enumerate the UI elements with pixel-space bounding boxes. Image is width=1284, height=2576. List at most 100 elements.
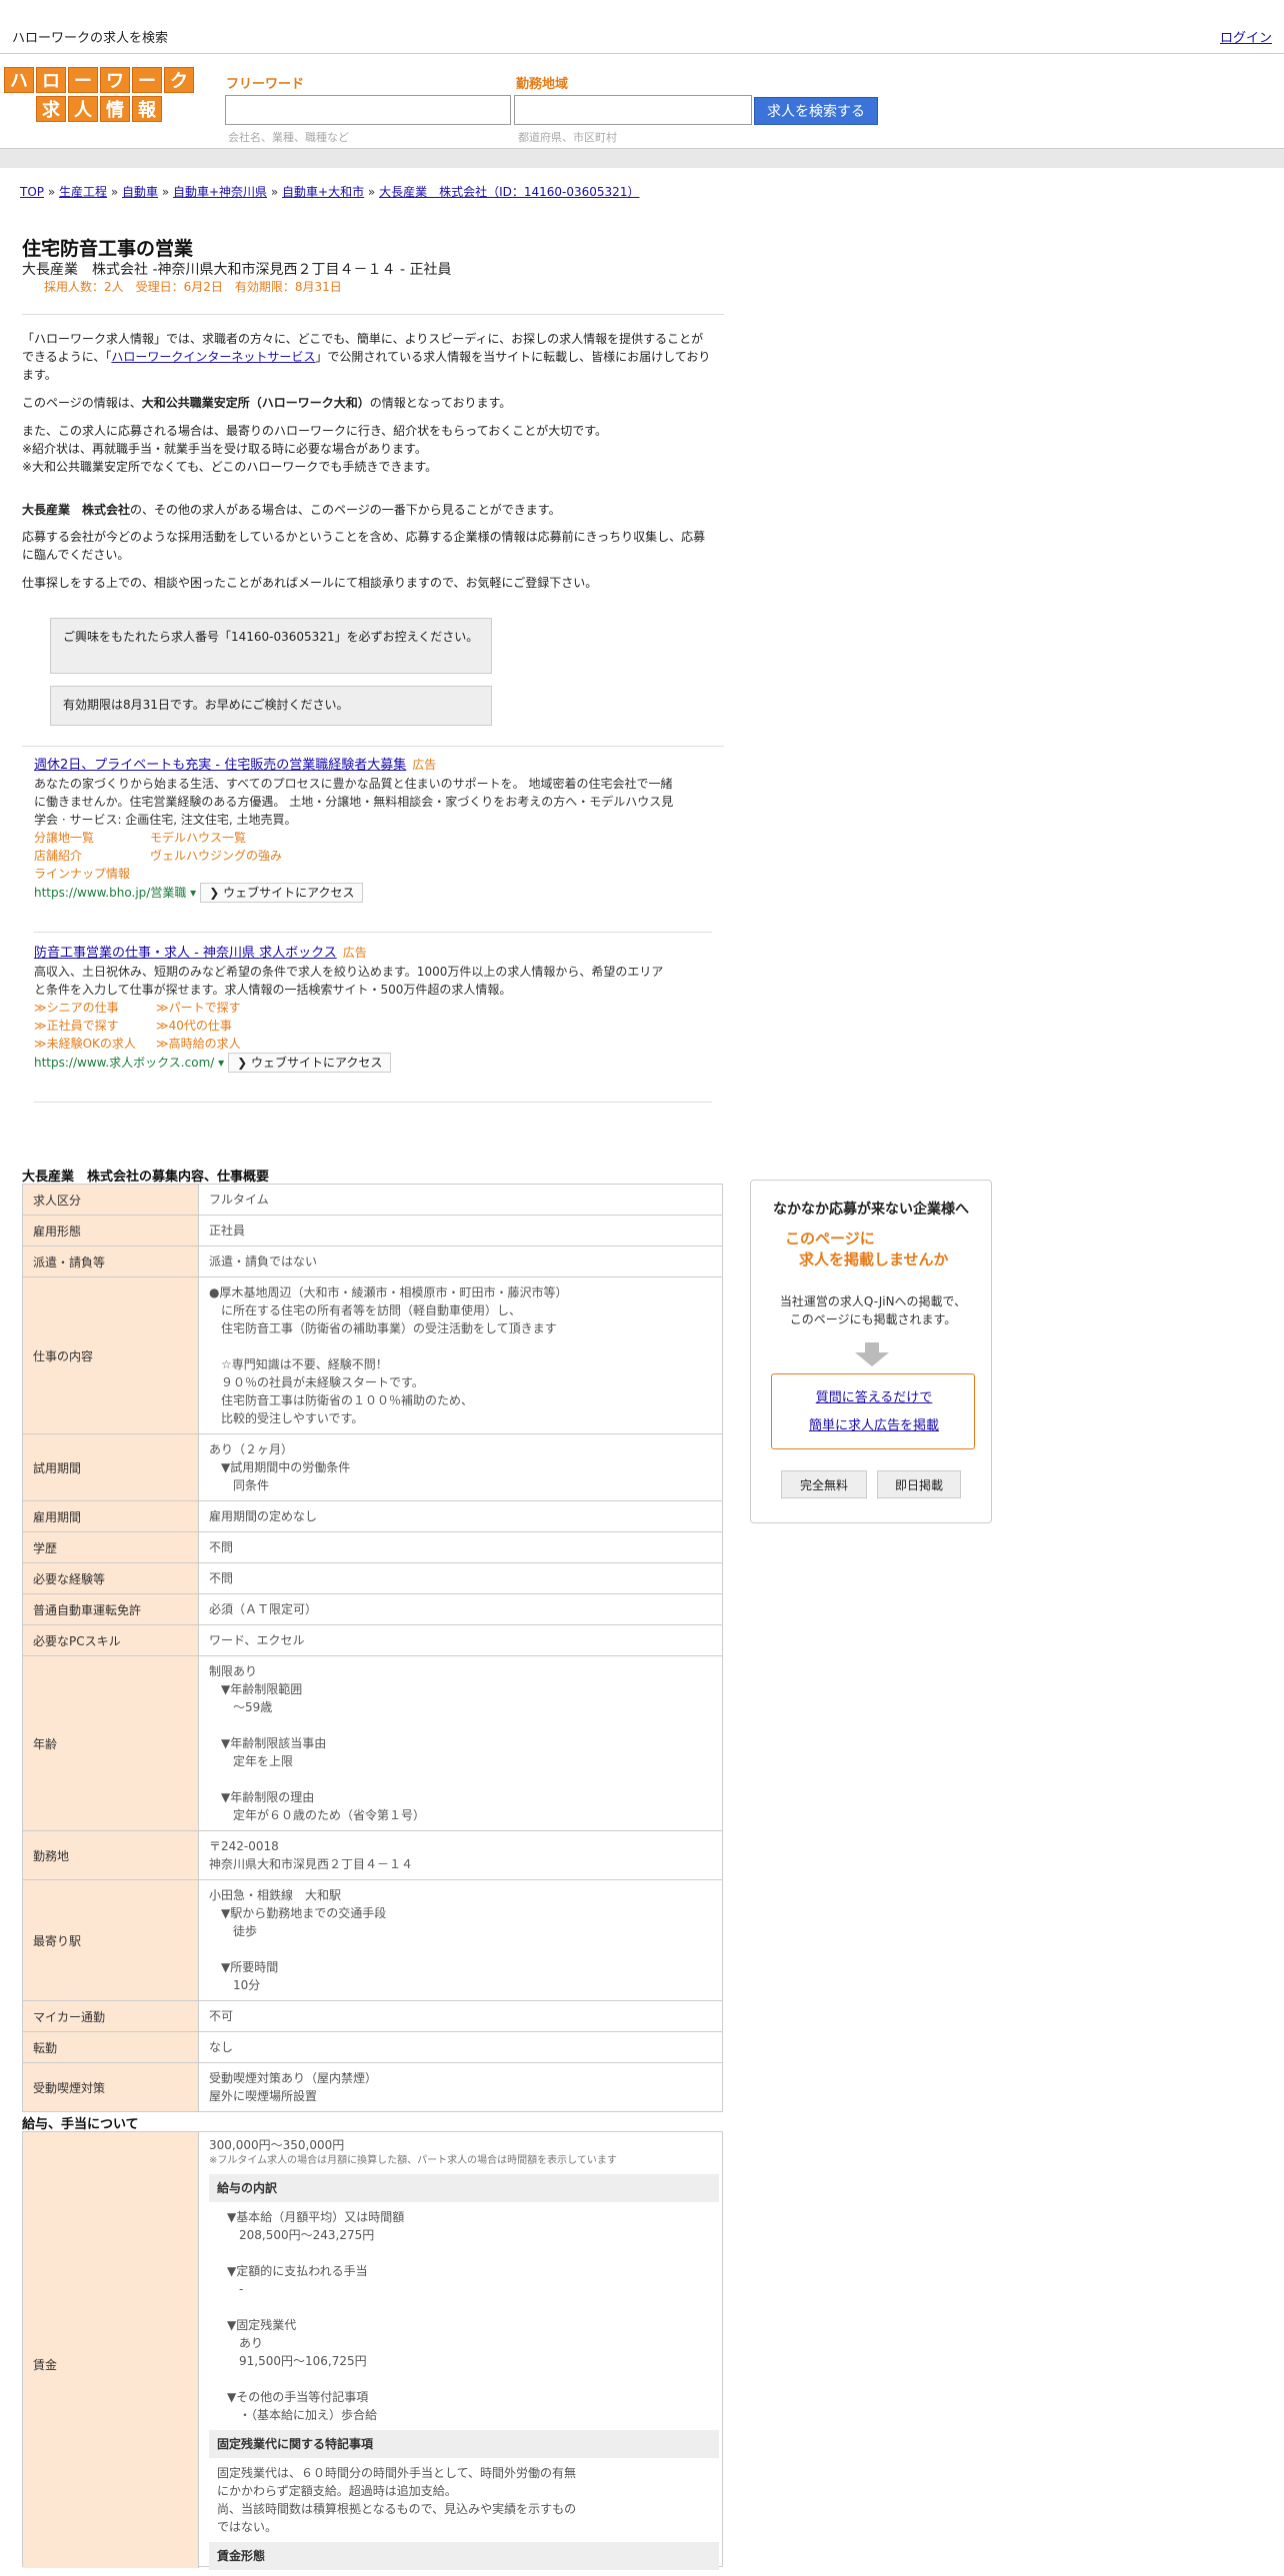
wage-label: 賃金 bbox=[33, 2358, 58, 2372]
wage-amount: 300,000円〜350,000円 bbox=[209, 2138, 345, 2152]
table-row: 雇用形態 正社員 bbox=[22, 1215, 723, 1247]
row-value: 雇用期間の定めなし bbox=[198, 1500, 723, 1532]
divider bbox=[22, 314, 724, 315]
search-header: ハローワーク 求人情報 フリーワード 会社名、業種、職種など 勤務地域 都道府県… bbox=[0, 55, 1284, 147]
row-label: 雇用形態 bbox=[22, 1215, 199, 1247]
page-title: 住宅防音工事の営業 bbox=[22, 238, 194, 260]
row-label: 雇用期間 bbox=[22, 1500, 199, 1532]
ad-text: 高収入、土日祝休み、短期のみなど希望の条件で求人を絞り込めます。1000万件以上… bbox=[34, 965, 664, 997]
ad-url[interactable]: https://www.bho.jp/営業職 bbox=[34, 886, 186, 900]
table-row: 必要な経験等 不問 bbox=[22, 1562, 723, 1594]
fixed-overtime-title: 固定残業代に関する特記事項 bbox=[209, 2430, 719, 2458]
ad-sitelink[interactable]: ≫正社員で探す bbox=[34, 1017, 156, 1035]
breadcrumb-category[interactable]: 生産工程 bbox=[59, 185, 107, 199]
logo-char: ー bbox=[68, 67, 98, 93]
login-link[interactable]: ログイン bbox=[1220, 27, 1272, 46]
row-value: ●厚木基地周辺（大和市・綾瀬市・相模原市・町田市・藤沢市等） に所在する住宅の所… bbox=[198, 1277, 723, 1434]
ad-text: あなたの家づくりから始まる生活、すべてのプロセスに豊かな品質と住まいのサポートを… bbox=[34, 777, 674, 827]
breadcrumb-company[interactable]: 大長産業 株式会社（ID：14160-03605321） bbox=[379, 185, 639, 199]
ad-label: 広告 bbox=[342, 946, 367, 960]
advice-paragraph: 応募する会社が今どのような採用活動をしているかということを含め、応募する企業様の… bbox=[22, 530, 706, 562]
visit-website-button[interactable]: ❯ ウェブサイトにアクセス bbox=[200, 883, 364, 903]
site-title: ハローワークの求人を検索 bbox=[12, 31, 169, 46]
row-label: 勤務地 bbox=[22, 1830, 199, 1880]
ad-label: 広告 bbox=[412, 758, 437, 772]
search-button[interactable]: 求人を検索する bbox=[754, 97, 878, 125]
row-value: 派遣・請負ではない bbox=[198, 1246, 723, 1278]
breadcrumb-industry[interactable]: 自動車 bbox=[122, 185, 158, 199]
visit-website-button[interactable]: ❯ ウェブサイトにアクセス bbox=[228, 1053, 392, 1073]
ad-title[interactable]: 週休2日、プライベートも充実 - 住宅販売の営業職経験者大募集 bbox=[34, 758, 406, 773]
table-row: 学歴 不問 bbox=[22, 1531, 723, 1563]
ad-sitelinks: ≫シニアの仕事 ≫パートで探す ≫正社員で探す ≫40代の仕事 ≫未経験OKの求人 ≫… bbox=[34, 999, 674, 1053]
row-label: 求人区分 bbox=[22, 1184, 199, 1216]
ad-sitelinks: 分譲地一覧 モデルハウス一覧 店舗紹介 ヴェルハウジングの強み ラインナップ情報 bbox=[34, 829, 674, 883]
overview-table: 求人区分 フルタイム 雇用形態 正社員 派遣・請負等 派遣・請負ではない 仕事の内容 ●厚木基… bbox=[22, 1184, 723, 2112]
table-row: 勤務地 〒242-0018 神奈川県大和市深見西２丁目４－１４ bbox=[22, 1830, 723, 1880]
same-day-button[interactable]: 即日掲載 bbox=[877, 1470, 961, 1498]
breadcrumb-top[interactable]: TOP bbox=[20, 185, 44, 199]
ad-sitelink[interactable]: ヴェルハウジングの強み bbox=[150, 849, 282, 863]
ad-title[interactable]: 防音工事営業の仕事・求人 - 神奈川県 求人ボックス bbox=[34, 946, 337, 961]
row-value: フルタイム bbox=[198, 1184, 723, 1216]
ad-sitelink[interactable]: ≫未経験OKの求人 bbox=[34, 1035, 156, 1053]
referral-paragraph: また、この求人に応募される場合は、最寄りのハローワークに行き、紹介状をもらってお… bbox=[22, 424, 608, 474]
keyword-input[interactable] bbox=[225, 95, 511, 125]
ad-sitelink[interactable]: ≫40代の仕事 bbox=[156, 1019, 232, 1033]
other-jobs-paragraph: 大長産業 株式会社の、その他の求人がある場合は、このページの一番下から見ることが… bbox=[22, 503, 561, 517]
ad-sitelink[interactable]: モデルハウス一覧 bbox=[150, 831, 246, 845]
ad-sitelink[interactable]: 店舗紹介 bbox=[34, 847, 150, 865]
advertise-offer: このページに 求人を掲載しませんか bbox=[785, 1230, 949, 1269]
ad-sitelink[interactable]: ≫パートで探す bbox=[156, 1001, 241, 1015]
hellowork-link[interactable]: ハローワークインターネットサービス bbox=[111, 350, 315, 364]
table-row: マイカー通勤 不可 bbox=[22, 2000, 723, 2032]
table-row: 求人区分 フルタイム bbox=[22, 1184, 723, 1216]
wage-form-title: 賃金形態 bbox=[209, 2542, 719, 2570]
row-value: 正社員 bbox=[198, 1215, 723, 1247]
ad-block: 防音工事営業の仕事・求人 - 神奈川県 求人ボックス 広告 高収入、土日祝休み、短… bbox=[34, 944, 674, 1073]
table-row: 派遣・請負等 派遣・請負ではない bbox=[22, 1246, 723, 1278]
row-label: 必要な経験等 bbox=[22, 1562, 199, 1594]
ad-url[interactable]: https://www.求人ボックス.com/ bbox=[34, 1056, 214, 1070]
top-bar: ハローワークの求人を検索 ログイン bbox=[0, 0, 1284, 54]
table-row: 転勤 なし bbox=[22, 2031, 723, 2063]
wage-cell: 300,000円〜350,000円 ※フルタイム求人の場合は月額に換算した額、パ… bbox=[209, 2132, 719, 2576]
divider bbox=[22, 746, 724, 747]
advertise-link[interactable]: 質問に答えるだけで bbox=[772, 1386, 976, 1405]
logo-char: ー bbox=[132, 67, 162, 93]
wage-note: ※フルタイム求人の場合は月額に換算した額、パート求人の場合は時間額を表示していま… bbox=[209, 2155, 617, 2166]
row-value: あり（２ヶ月） ▼試用期間中の労働条件 同条件 bbox=[198, 1433, 723, 1501]
deadline-note: 有効期限は8月31日です。お早めにご検討ください。 bbox=[50, 686, 492, 726]
intro-paragraph: 「ハローワーク求人情報」では、求職者の方々に、どこでも、簡単に、よりスピーディに… bbox=[22, 332, 711, 382]
down-arrow-icon bbox=[855, 1342, 889, 1366]
ad-sitelink[interactable]: 分譲地一覧 bbox=[34, 829, 150, 847]
free-button[interactable]: 完全無料 bbox=[781, 1470, 867, 1498]
row-value: 不可 bbox=[198, 2000, 723, 2032]
divider bbox=[34, 932, 712, 933]
wage-breakdown-title: 給与の内訳 bbox=[209, 2174, 719, 2202]
keyword-label: フリーワード bbox=[226, 77, 305, 92]
wage-table: 賃金 300,000円〜350,000円 ※フルタイム求人の場合は月額に換算した… bbox=[22, 2131, 723, 2570]
site-logo[interactable]: ハローワーク 求人情報 bbox=[4, 67, 194, 125]
ad-sitelink[interactable]: ラインナップ情報 bbox=[34, 867, 130, 881]
row-value: 必須（ＡＴ限定可） bbox=[198, 1593, 723, 1625]
advertise-link[interactable]: 簡単に求人広告を掲載 bbox=[772, 1414, 976, 1433]
ad-sitelink[interactable]: ≫シニアの仕事 bbox=[34, 999, 156, 1017]
breadcrumb-prefecture[interactable]: 自動車+神奈川県 bbox=[173, 185, 267, 199]
logo-char: 情 bbox=[100, 96, 130, 122]
row-label: 試用期間 bbox=[22, 1433, 199, 1501]
area-input[interactable] bbox=[514, 95, 752, 125]
row-label: マイカー通勤 bbox=[22, 2000, 199, 2032]
row-value: 不問 bbox=[198, 1531, 723, 1563]
wage-title: 給与、手当について bbox=[22, 2117, 139, 2132]
row-value: 制限あり ▼年齢制限範囲 〜59歳 ▼年齢制限該当事由 定年を上限 ▼年齢制限の… bbox=[198, 1655, 723, 1831]
logo-char: ハ bbox=[4, 67, 34, 93]
table-row: 普通自動車運転免許 必須（ＡＴ限定可） bbox=[22, 1593, 723, 1625]
divider-bar bbox=[0, 148, 1284, 168]
breadcrumb: TOP » 生産工程 » 自動車 » 自動車+神奈川県 » 自動車+大和市 » … bbox=[20, 185, 640, 199]
advertise-box: なかなか応募が来ない企業様へ このページに 求人を掲載しませんか 当社運営の求人Q… bbox=[750, 1180, 992, 1523]
breadcrumb-city[interactable]: 自動車+大和市 bbox=[282, 185, 364, 199]
ad-sitelink[interactable]: ≫高時給の求人 bbox=[156, 1037, 241, 1051]
row-label: 必要なPCスキル bbox=[22, 1624, 199, 1656]
logo-char: ク bbox=[164, 67, 194, 93]
